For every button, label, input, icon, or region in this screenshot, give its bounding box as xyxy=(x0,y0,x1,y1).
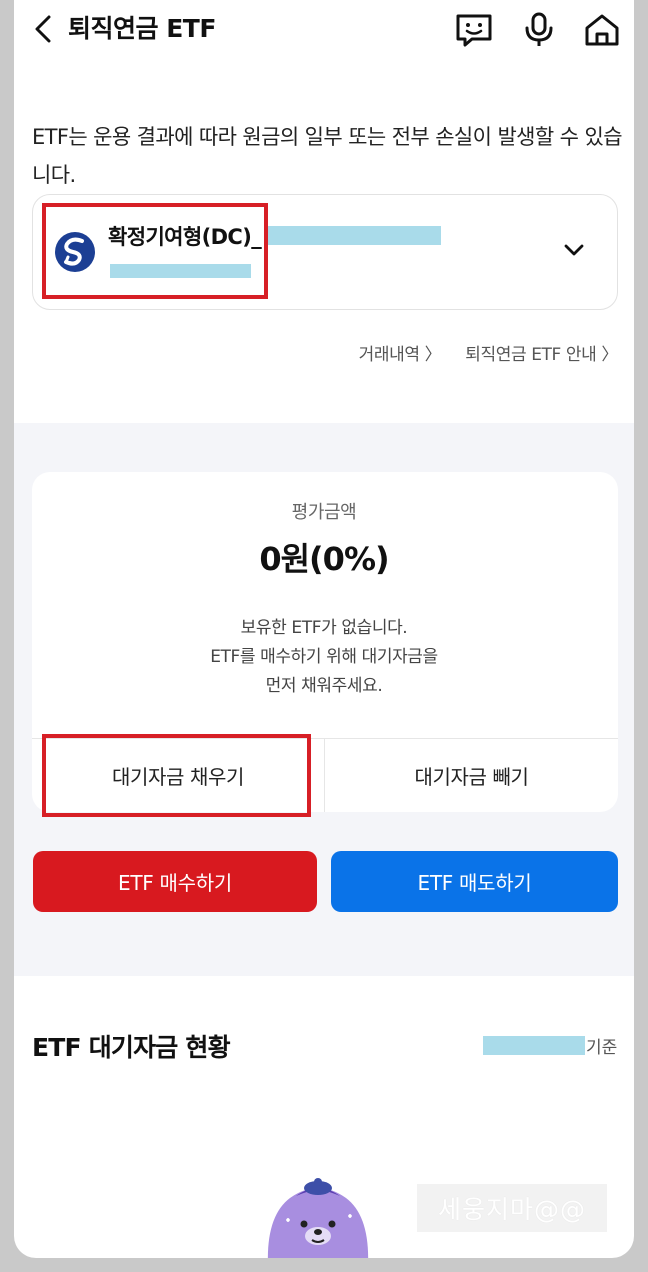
redacted-date xyxy=(483,1036,585,1055)
empty-holdings-message: 보유한 ETF가 없습니다. ETF를 매수하기 위해 대기자금을 먼저 채워주… xyxy=(14,614,634,701)
quick-links: 거래내역 〉 퇴직연금 ETF 안내 〉 xyxy=(359,340,619,370)
risk-notice: ETF는 운용 결과에 따라 원금의 일부 또는 전부 손실이 발생할 수 있습… xyxy=(32,125,623,187)
redacted-account-number xyxy=(267,226,441,245)
top-bar: 퇴직연금 ETF xyxy=(14,0,634,60)
empty-line-2: ETF를 매수하기 위해 대기자금을 xyxy=(210,647,438,667)
back-arrow-icon[interactable] xyxy=(28,12,58,46)
empty-line-3: 먼저 채워주세요. xyxy=(265,676,383,696)
withdraw-standby-funds-button[interactable]: 대기자금 빼기 xyxy=(325,738,618,812)
page-title: 퇴직연금 ETF xyxy=(68,14,216,43)
watermark: 세웅지마@@ xyxy=(417,1184,607,1232)
basis-label: 기준 xyxy=(586,1038,618,1058)
chat-bot-icon[interactable] xyxy=(454,10,494,50)
evaluation-amount: 0원(0%) xyxy=(259,540,389,578)
microphone-icon[interactable] xyxy=(519,10,559,50)
home-icon[interactable] xyxy=(582,10,622,50)
evaluation-label: 평가금액 xyxy=(291,502,357,523)
empty-line-1: 보유한 ETF가 없습니다. xyxy=(240,618,408,638)
transaction-history-link[interactable]: 거래내역 〉 xyxy=(359,340,442,370)
highlight-box-account xyxy=(42,203,268,299)
etf-guide-link[interactable]: 퇴직연금 ETF 안내 〉 xyxy=(465,340,618,370)
etf-buy-button[interactable]: ETF 매수하기 xyxy=(33,851,317,912)
chevron-down-icon[interactable] xyxy=(560,236,588,264)
mascot-character-icon xyxy=(260,1176,376,1258)
app-screen: 퇴직연금 ETF ETF는 운용 결과에 따라 원금의 일부 또는 전부 손실이… xyxy=(14,0,634,1258)
highlight-box-fill-button xyxy=(42,734,311,817)
standby-funds-title: ETF 대기자금 현황 xyxy=(32,1033,231,1062)
etf-sell-button[interactable]: ETF 매도하기 xyxy=(331,851,618,912)
